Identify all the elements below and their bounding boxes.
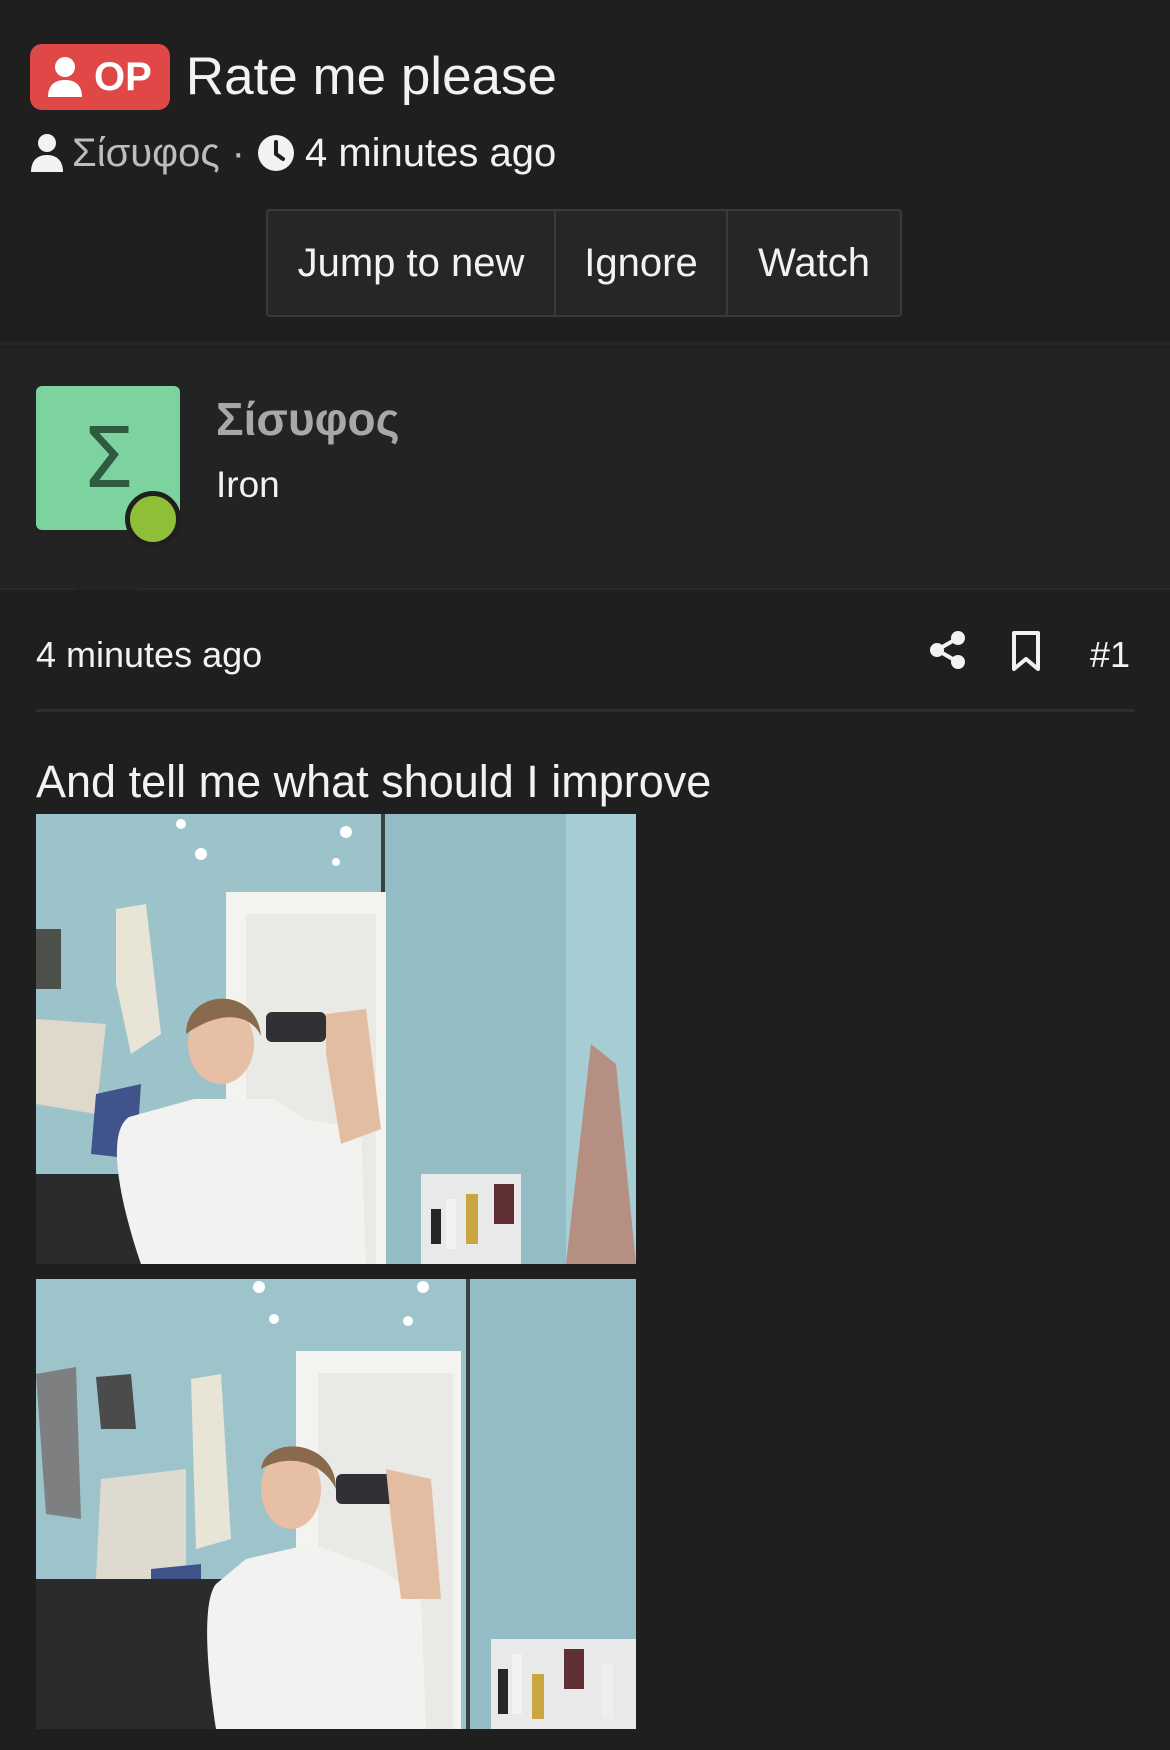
post-meta: 4 minutes ago #1: [36, 626, 1134, 712]
bookmark-icon[interactable]: [1010, 630, 1042, 672]
thread-header: OP Rate me please Σίσυφος · 4 minutes ag…: [0, 0, 1170, 345]
thread-time[interactable]: 4 minutes ago: [305, 128, 556, 178]
mirror-selfie-photo-front: [36, 814, 636, 1264]
clock-icon: [257, 135, 294, 171]
thread-actions: Jump to new Ignore Watch: [266, 209, 902, 317]
thread-page: OP Rate me please Σίσυφος · 4 minutes ag…: [0, 0, 1170, 1750]
meta-separator: ·: [231, 131, 245, 175]
watch-button[interactable]: Watch: [728, 211, 900, 315]
post-time[interactable]: 4 minutes ago: [36, 634, 262, 676]
post-body: And tell me what should I improve: [36, 756, 712, 807]
user-icon: [48, 57, 82, 97]
user-block-pointer: [75, 560, 139, 590]
thread-author-link[interactable]: Σίσυφος: [72, 128, 220, 178]
thread-meta: Σίσυφος · 4 minutes ago: [30, 128, 556, 178]
post-username[interactable]: Σίσυφος: [216, 392, 400, 446]
post-image[interactable]: [36, 814, 636, 1264]
jump-to-new-button[interactable]: Jump to new: [268, 211, 556, 315]
title-row: OP Rate me please: [30, 44, 557, 110]
op-badge: OP: [30, 44, 170, 110]
share-icon[interactable]: [928, 630, 968, 670]
user-rank: Iron: [216, 464, 280, 505]
post-number-link[interactable]: #1: [1090, 634, 1130, 676]
online-status-indicator: [125, 491, 181, 547]
user-icon: [31, 134, 63, 172]
post-image[interactable]: [36, 1279, 636, 1729]
op-badge-label: OP: [94, 54, 152, 99]
thread-title: Rate me please: [185, 47, 558, 106]
post-user-block: Σ Σίσυφος Iron: [0, 348, 1170, 590]
ignore-button[interactable]: Ignore: [556, 211, 728, 315]
mirror-selfie-photo-side: [36, 1279, 636, 1729]
